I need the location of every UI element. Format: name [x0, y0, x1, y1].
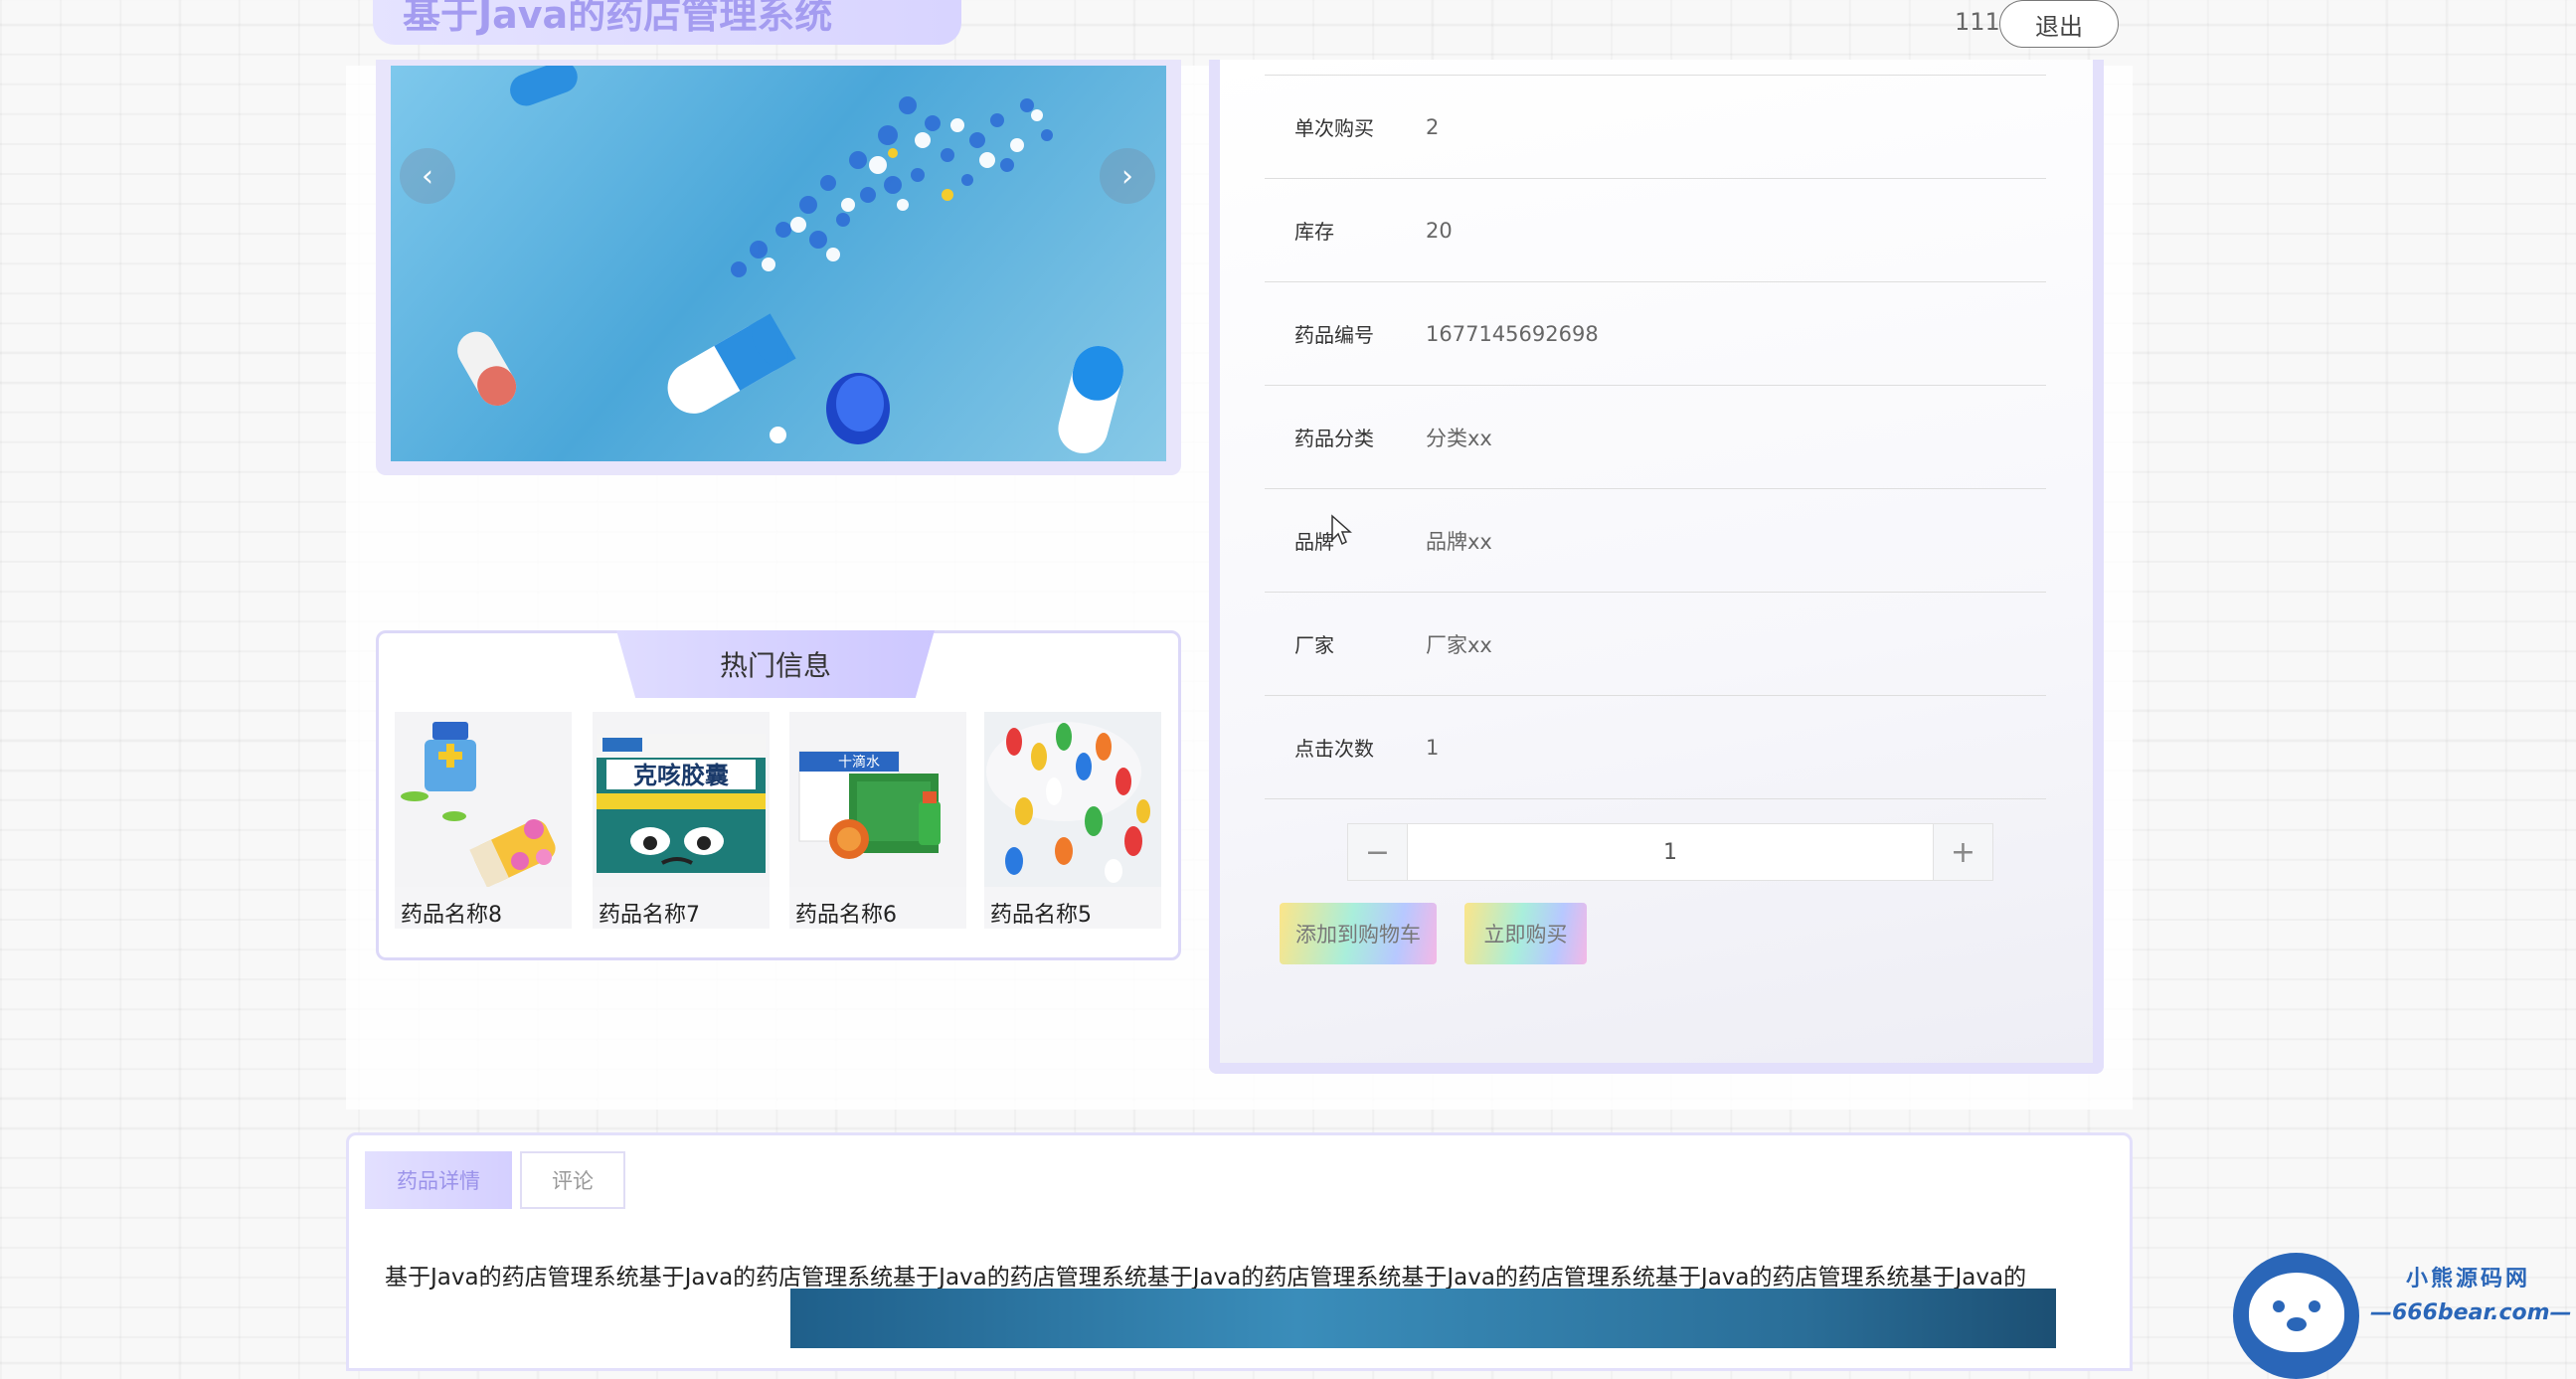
chevron-left-icon: ‹	[422, 158, 433, 194]
hot-info-title: 热门信息	[616, 630, 935, 698]
detail-row-manufacturer: 厂家 厂家xx	[1265, 593, 2046, 696]
product-thumbnail: 十滴水	[789, 712, 966, 887]
svg-text:克咳胶囊: 克咳胶囊	[633, 762, 729, 789]
row-label: 药品分类	[1294, 427, 1374, 450]
logout-button[interactable]: 退出	[1999, 0, 2119, 48]
watermark-subtitle: —666bear.com—	[2370, 1300, 2572, 1325]
row-label: 药品编号	[1294, 323, 1374, 347]
carousel-indicator-dot[interactable]	[770, 427, 786, 443]
quantity-stepper: − 1 +	[1347, 823, 1993, 881]
carousel-prev-button[interactable]: ‹	[400, 148, 455, 204]
hot-item-name: 药品名称6	[795, 903, 897, 928]
buy-now-button[interactable]: 立即购买	[1464, 903, 1587, 964]
hot-item-name: 药品名称7	[599, 903, 700, 928]
detail-row-brand: 品牌 品牌xx	[1265, 489, 2046, 593]
detail-divider	[1265, 60, 2046, 76]
row-value: 1	[1426, 735, 1440, 760]
quantity-increase-button[interactable]: +	[1933, 824, 1992, 880]
row-label: 单次购买	[1294, 116, 1374, 140]
medicine-illustration	[457, 66, 1123, 453]
hot-item[interactable]: 药品名称5	[984, 712, 1161, 929]
detail-row-click-count: 点击次数 1	[1265, 696, 2046, 799]
row-label: 厂家	[1294, 633, 1334, 657]
detail-row-category: 药品分类 分类xx	[1265, 386, 2046, 489]
hot-item[interactable]: 十滴水 药品名称6	[789, 712, 966, 929]
row-value: 20	[1426, 218, 1453, 243]
product-thumbnail	[395, 712, 572, 887]
row-value: 分类xx	[1426, 426, 1492, 450]
row-label: 库存	[1294, 220, 1334, 244]
quantity-decrease-button[interactable]: −	[1348, 824, 1408, 880]
row-value: 1677145692698	[1426, 321, 1599, 346]
hot-item[interactable]: 克咳胶囊 药品名称7	[593, 712, 770, 929]
mouse-cursor-icon	[1331, 514, 1352, 546]
hot-item[interactable]: 药品名称8	[395, 712, 572, 929]
username-label[interactable]: 111	[1955, 8, 2000, 36]
detail-row-drug-code: 药品编号 1677145692698	[1265, 282, 2046, 386]
detail-row-stock: 库存 20	[1265, 179, 2046, 282]
watermark-title: 小熊源码网	[2406, 1267, 2531, 1292]
product-thumbnail	[984, 712, 1161, 887]
tab-drug-details[interactable]: 药品详情	[365, 1151, 512, 1209]
add-to-cart-button[interactable]: 添加到购物车	[1280, 903, 1437, 964]
hot-item-name: 药品名称8	[401, 903, 502, 928]
hot-item-name: 药品名称5	[990, 903, 1092, 928]
carousel-image[interactable]	[391, 66, 1166, 461]
svg-text:十滴水: 十滴水	[838, 754, 880, 771]
drug-description: 基于Java的药店管理系统基于Java的药店管理系统基于Java的药店管理系统基…	[385, 1265, 2027, 1291]
description-image	[790, 1289, 2056, 1348]
row-value: 厂家xx	[1426, 632, 1492, 657]
row-value: 品牌xx	[1426, 529, 1492, 554]
chevron-right-icon: ›	[1121, 158, 1133, 194]
detail-row-purchase-limit: 单次购买 2	[1265, 76, 2046, 179]
tab-comments[interactable]: 评论	[520, 1151, 625, 1209]
carousel-next-button[interactable]: ›	[1100, 148, 1155, 204]
row-value: 2	[1426, 114, 1440, 139]
quantity-input[interactable]: 1	[1408, 824, 1933, 880]
row-label: 点击次数	[1294, 737, 1374, 761]
product-thumbnail: 克咳胶囊	[593, 712, 770, 887]
bear-face-icon	[2249, 1273, 2344, 1352]
site-title: 基于Java的药店管理系统	[403, 0, 833, 37]
